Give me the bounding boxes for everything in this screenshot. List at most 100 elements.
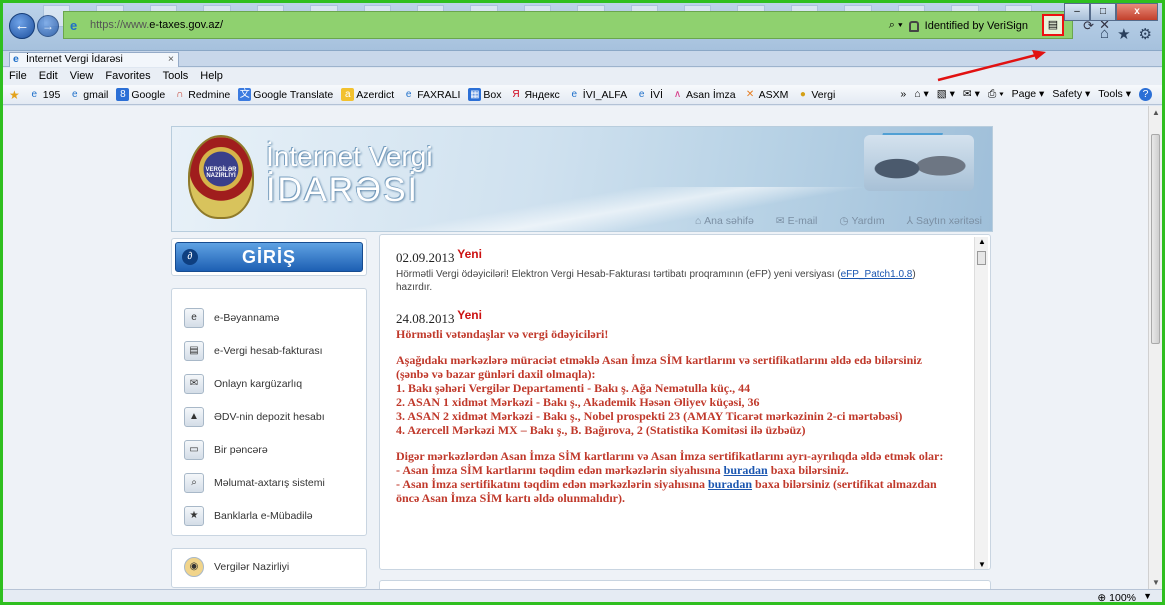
menu-favorites[interactable]: Favorites <box>105 68 150 85</box>
favorite-item[interactable]: e FAXRALI <box>402 88 460 101</box>
emblem-logo[interactable]: VERGİLƏR NAZİRLİYİ <box>188 135 254 219</box>
favorite-icon: e <box>31 89 38 100</box>
favorite-item[interactable]: ✕ ASXM <box>744 88 788 101</box>
favorite-item[interactable]: ∩ Redmine <box>173 88 230 101</box>
scroll-up-icon[interactable]: ▲ <box>978 237 986 246</box>
link-sitemap[interactable]: ⅄ Saytın xəritəsi <box>907 215 982 227</box>
favorite-item[interactable]: e 195 <box>28 88 60 101</box>
sidebar-item-online-office[interactable]: ✉ Onlayn kargüzarlıq <box>172 367 366 400</box>
menu-bar: File Edit View Favorites Tools Help <box>3 68 1162 85</box>
favorite-item[interactable]: ▦ Box <box>468 88 501 101</box>
menu-edit[interactable]: Edit <box>39 68 58 85</box>
sidebar-item-e-invoice[interactable]: ▤ e-Vergi hesab-fakturası <box>172 334 366 367</box>
link-home[interactable]: ⌂ Ana səhifə <box>695 215 754 227</box>
tab-active[interactable]: e İnternet Vergi İdarəsi × <box>9 52 179 67</box>
help-icon[interactable]: ? <box>1139 88 1152 101</box>
sim-list-link[interactable]: buradan <box>724 463 768 477</box>
favorite-item[interactable]: 8 Google <box>116 88 165 101</box>
minimize-button[interactable]: – <box>1064 3 1090 21</box>
favorite-icon: ∩ <box>176 89 184 100</box>
favorites-star-icon[interactable]: ★ <box>9 88 20 102</box>
zoom-level[interactable]: ⊕ 100% <box>1097 592 1136 602</box>
new-badge: Yeni <box>457 247 482 261</box>
search-icon[interactable]: ⌕ ▾ <box>889 19 903 32</box>
print-icon[interactable]: ⎙ ▾ <box>988 88 1004 101</box>
mail-icon: ✉ <box>775 215 785 227</box>
favorite-item[interactable]: ● Vergi <box>796 88 835 101</box>
favorite-icon: ∧ <box>673 89 682 100</box>
officials-photo <box>864 135 974 191</box>
news-list-item: 4. Azercell Mərkəzi MX – Bakı ş., B. Bağ… <box>396 423 806 437</box>
site-banner: VERGİLƏR NAZİRLİYİ İnternet Vergi İDARƏS… <box>171 126 993 232</box>
tab-close-icon[interactable]: × <box>168 53 174 66</box>
tools-menu[interactable]: Tools ▾ <box>1098 88 1131 101</box>
favorite-item[interactable]: e İVİ <box>635 88 663 101</box>
menu-view[interactable]: View <box>70 68 94 85</box>
status-bar: ⊕ 100% ▼ <box>3 589 1162 602</box>
zoom-dropdown-icon[interactable]: ▼ <box>1143 591 1152 601</box>
page-scrollbar[interactable]: ▲ ▼ <box>1148 106 1162 589</box>
menu-tools[interactable]: Tools <box>163 68 189 85</box>
news-list-item: 2. ASAN 1 xidmət Mərkəzi - Bakı ş., Akad… <box>396 395 760 409</box>
favorite-icon: e <box>571 89 578 100</box>
patch-link[interactable]: eFP_Patch1.0.8 <box>841 269 913 280</box>
page-menu[interactable]: Page ▾ <box>1012 88 1045 101</box>
news-line: - Asan İmza sertifikatını təqdim edən mə… <box>396 477 937 505</box>
mail-icon[interactable]: ✉ ▾ <box>963 88 980 101</box>
sidebar-item-e-beyanname[interactable]: e e-Bəyannamə <box>172 301 366 334</box>
gear-icon[interactable]: ⚙ <box>1139 25 1152 43</box>
menu-file[interactable]: File <box>9 68 27 85</box>
help-icon: ◷ <box>839 215 849 227</box>
site-title-line1: İnternet Vergi <box>266 141 433 172</box>
services-menu: e e-Bəyannamə ▤ e-Vergi hesab-fakturası ✉ O… <box>171 288 367 536</box>
sidebar-item-ministry[interactable]: ◉ Vergilər Nazirliyi <box>172 549 366 585</box>
scroll-down-icon[interactable]: ▼ <box>1152 578 1160 587</box>
maximize-button[interactable]: □ <box>1090 3 1116 21</box>
login-button[interactable]: ∂ GİRİŞ <box>175 242 363 272</box>
scroll-down-icon[interactable]: ▼ <box>978 560 986 569</box>
ministry-panel: ◉ Vergilər Nazirliyi <box>171 548 367 588</box>
command-bar: » ⌂ ▾ ▧ ▾ ✉ ▾ ⎙ ▾ Page ▾ Safety ▾ Tools … <box>900 88 1162 101</box>
star-icon[interactable]: ★ <box>1117 25 1130 43</box>
feeds-icon[interactable]: ▧ ▾ <box>937 88 955 101</box>
address-bar[interactable]: e https://www.e-taxes.gov.az/ ⌕ ▾ Identi… <box>63 11 1110 39</box>
scroll-up-icon[interactable]: ▲ <box>1152 108 1160 117</box>
close-button[interactable]: x <box>1116 3 1158 21</box>
login-panel: ∂ GİRİŞ <box>171 238 367 276</box>
sidebar-item-single-window[interactable]: ▭ Bir pəncərə <box>172 433 366 466</box>
favorite-item[interactable]: a Azerdict <box>341 88 394 101</box>
sidebar-item-bank-exchange[interactable]: ★ Banklarla e-Mübadilə <box>172 499 366 532</box>
favorite-item[interactable]: e gmail <box>68 88 108 101</box>
favorite-icon: 文 <box>238 88 252 101</box>
more-favorites-button[interactable]: » <box>900 88 906 101</box>
home-icon[interactable]: ⌂ <box>1100 25 1109 43</box>
sidebar-item-vat-deposit[interactable]: ▲ ƏDV-nin depozit hesabı <box>172 400 366 433</box>
favorite-item[interactable]: e İVI_ALFA <box>568 88 628 101</box>
scroll-thumb[interactable] <box>1151 134 1160 344</box>
favorite-item[interactable]: Я Яндекс <box>509 88 559 101</box>
browser-window: ← → e https://www.e-taxes.gov.az/ ⌕ ▾ Id… <box>0 0 1165 605</box>
window-icon: ▭ <box>184 439 204 460</box>
home-icon: ⌂ <box>694 215 702 227</box>
link-help[interactable]: ◷ Yardım <box>839 215 884 227</box>
menu-help[interactable]: Help <box>200 68 223 85</box>
favorite-icon: 8 <box>116 88 130 101</box>
link-email[interactable]: ✉ E-mail <box>776 215 818 227</box>
cert-list-link[interactable]: buradan <box>708 477 752 491</box>
safety-menu[interactable]: Safety ▾ <box>1052 88 1090 101</box>
news-date: 24.08.2013 <box>396 311 455 326</box>
ie-icon: e <box>13 53 19 65</box>
forward-button[interactable]: → <box>37 15 59 37</box>
certificate-icon[interactable]: ▤ <box>1042 14 1064 36</box>
favorite-item[interactable]: ∧ Asan İmza <box>671 88 736 101</box>
security-status[interactable]: ⌕ ▾ Identified by VeriSign <box>889 19 1028 32</box>
home-icon[interactable]: ⌂ ▾ <box>914 88 929 101</box>
back-button[interactable]: ← <box>9 13 35 39</box>
news-paragraph: Aşağıdakı mərkəzlərə müraciət etməklə As… <box>396 353 922 381</box>
banner-links: ⌂ Ana səhifə ✉ E-mail ◷ Yardım ⅄ Saytın xəri… <box>695 215 982 227</box>
scroll-thumb[interactable] <box>977 251 986 265</box>
news-scrollbar[interactable]: ▲ ▼ <box>974 237 988 569</box>
sidebar-item-search-system[interactable]: ⌕ Məlumat-axtarış sistemi <box>172 466 366 499</box>
favorite-item[interactable]: 文 Google Translate <box>238 88 333 101</box>
tab-title: İnternet Vergi İdarəsi <box>26 53 123 65</box>
